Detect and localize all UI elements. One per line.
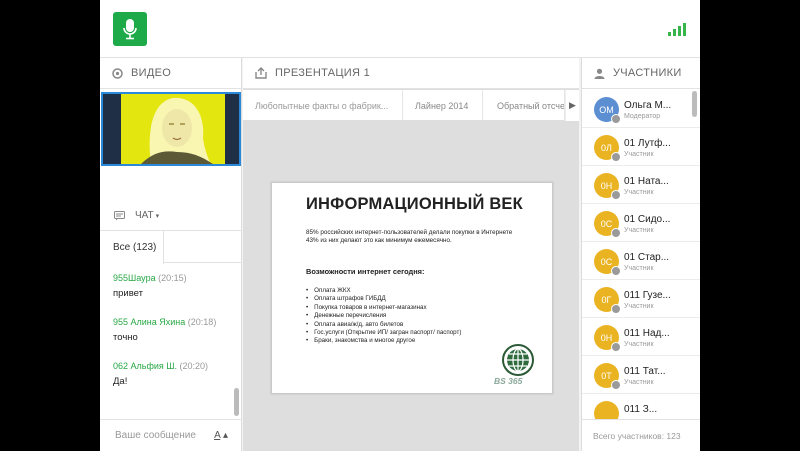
slide-bullet: Покупка товаров в интернет-магазинах — [306, 304, 506, 312]
participant-row[interactable]: 0С 01 Стар... Участник — [582, 242, 700, 280]
participant-role: Участник — [624, 341, 654, 348]
chat-messages: 955Шаура (20:15) привет 955 Алина Яхина … — [113, 273, 235, 405]
slide-bullet: Оплата штрафов ГИБДД — [306, 295, 506, 303]
message-time: (20:18) — [187, 317, 217, 327]
microphone-icon[interactable] — [113, 12, 147, 46]
message-text: точно — [113, 332, 138, 343]
slide-bullet-list: Оплата ЖКХ Оплата штрафов ГИБДД Покупка … — [306, 287, 506, 346]
message-author[interactable]: 062 Альфия Ш. — [113, 361, 177, 371]
status-dot-icon — [611, 228, 621, 238]
participants-total: Всего участников: 123 — [582, 419, 700, 451]
presentation-panel-header: ПРЕЗЕНТАЦИЯ 1 — [243, 58, 579, 89]
participant-name: 01 Лутф... — [624, 138, 671, 149]
chat-message: 955 Алина Яхина (20:18) точно — [113, 317, 235, 343]
participant-name: Ольга М... — [624, 100, 672, 111]
slide-bullet: Денежные перечисления — [306, 312, 506, 320]
participant-row[interactable]: 0Л 01 Лутф... Участник — [582, 128, 700, 166]
status-dot-icon — [611, 114, 621, 124]
slide-intro-line: 85% российских интернет-пользователей де… — [306, 229, 513, 236]
participants-panel-header: УЧАСТНИКИ — [582, 58, 700, 89]
top-bar — [100, 0, 700, 58]
participants-list: ОМ Ольга М... Модератор 0Л 01 Лутф... Уч… — [582, 90, 700, 432]
presentation-tabs: Любопытные факты о фабрик... Лайнер 2014… — [243, 90, 579, 121]
slide-bullet: Оплата ЖКХ — [306, 287, 506, 295]
format-icon: A — [214, 430, 221, 441]
participant-name: 01 Ната... — [624, 176, 669, 187]
participants-title: УЧАСТНИКИ — [613, 67, 682, 79]
slide-logo-text: BS 365 — [494, 376, 523, 386]
text-format-button[interactable]: A ▴ — [214, 430, 228, 441]
webcam-feed — [121, 94, 225, 164]
presentation-title: ПРЕЗЕНТАЦИЯ 1 — [275, 67, 371, 79]
webinar-app: ВИДЕО ЧАТ ▾ Все (123) 955Шаура (20:15) п… — [100, 0, 700, 451]
video-panel-header: ВИДЕО — [100, 58, 241, 89]
participant-role: Участник — [624, 189, 654, 196]
tab-presentation-facts[interactable]: Любопытные факты о фабрик... — [243, 90, 403, 121]
left-column: ВИДЕО ЧАТ ▾ Все (123) 955Шаура (20:15) п… — [100, 58, 242, 451]
chevron-right-icon[interactable]: ▶ — [565, 90, 579, 121]
message-text: привет — [113, 288, 143, 299]
participant-role: Участник — [624, 227, 654, 234]
participant-row[interactable]: 0Г 011 Гузе... Участник — [582, 280, 700, 318]
participant-row[interactable]: 0Н 01 Ната... Участник — [582, 166, 700, 204]
slide-bullet: Оплата авиа/ж/д, авто билетов — [306, 321, 506, 329]
chat-tabs: Все (123) — [100, 231, 242, 264]
status-dot-icon — [611, 342, 621, 352]
chevron-down-icon[interactable]: ▾ — [156, 212, 160, 220]
message-author[interactable]: 955 Алина Яхина — [113, 317, 185, 327]
participant-name: 011 З... — [624, 404, 658, 415]
chat-panel-title[interactable]: ЧАТ — [135, 210, 154, 221]
status-dot-icon — [611, 152, 621, 162]
participant-role: Участник — [624, 379, 654, 386]
participant-row[interactable]: 0Н 011 Над... Участник — [582, 318, 700, 356]
message-input[interactable]: Ваше сообщение — [115, 430, 196, 441]
participant-name: 011 Тат... — [624, 366, 666, 377]
message-text: Да! — [113, 376, 128, 387]
slide-intro-line: 43% из них делают это как минимум ежемес… — [306, 237, 452, 244]
slide-intro: 85% российских интернет-пользователей де… — [306, 229, 516, 245]
participants-column: УЧАСТНИКИ ОМ Ольга М... Модератор 0Л 01 … — [581, 58, 700, 451]
presentation-slide: ИНФОРМАЦИОННЫЙ ВЕК 85% российских интерн… — [271, 182, 553, 394]
status-dot-icon — [611, 380, 621, 390]
participant-role: Участник — [624, 265, 654, 272]
participant-role: Участник — [624, 303, 654, 310]
video-panel-title: ВИДЕО — [131, 67, 172, 79]
chat-message: 062 Альфия Ш. (20:20) Да! — [113, 361, 235, 387]
message-time: (20:15) — [158, 273, 187, 283]
participant-name: 011 Гузе... — [624, 290, 671, 301]
participant-row[interactable]: ОМ Ольга М... Модератор — [582, 90, 700, 128]
slide-bullet: Браки, знакомства и многое другое — [306, 337, 506, 345]
video-icon — [112, 67, 123, 79]
chat-input-bar[interactable]: Ваше сообщение A ▴ — [100, 419, 242, 451]
slide-title: ИНФОРМАЦИОННЫЙ ВЕК — [306, 195, 523, 213]
webcam-video[interactable] — [101, 92, 241, 166]
slide-bullet: Гос.услуги (Открытие ИП/ загран паспорт/… — [306, 329, 506, 337]
chat-scrollbar[interactable] — [234, 388, 239, 416]
tab-presentation-liner[interactable]: Лайнер 2014 — [403, 90, 483, 121]
participant-role: Модератор — [624, 113, 661, 120]
participant-name: 011 Над... — [624, 328, 670, 339]
presentation-column: ПРЕЗЕНТАЦИЯ 1 Любопытные факты о фабрик.… — [243, 58, 579, 451]
participants-scrollbar[interactable] — [692, 91, 697, 117]
signal-strength-icon — [668, 20, 686, 36]
chat-panel-header: ЧАТ ▾ — [100, 201, 242, 231]
participant-role: Участник — [624, 151, 654, 158]
upload-icon[interactable] — [255, 67, 267, 79]
tab-chat-all[interactable]: Все (123) — [100, 231, 164, 264]
participant-row[interactable]: 0С 01 Сидо... Участник — [582, 204, 700, 242]
chat-message: 955Шаура (20:15) привет — [113, 273, 235, 299]
globe-logo-icon — [502, 344, 534, 376]
status-dot-icon — [611, 266, 621, 276]
message-author[interactable]: 955Шаура — [113, 273, 156, 283]
message-time: (20:20) — [179, 361, 209, 371]
participant-name: 01 Сидо... — [624, 214, 671, 225]
slide-subtitle: Возможности интернет сегодня: — [306, 267, 425, 276]
status-dot-icon — [611, 304, 621, 314]
user-icon — [594, 68, 605, 79]
participant-name: 01 Стар... — [624, 252, 670, 263]
participant-row[interactable]: 0Т 011 Тат... Участник — [582, 356, 700, 394]
tab-presentation-countdown[interactable]: Обратный отсчет — [483, 90, 565, 121]
status-dot-icon — [611, 190, 621, 200]
chat-icon — [114, 210, 125, 220]
